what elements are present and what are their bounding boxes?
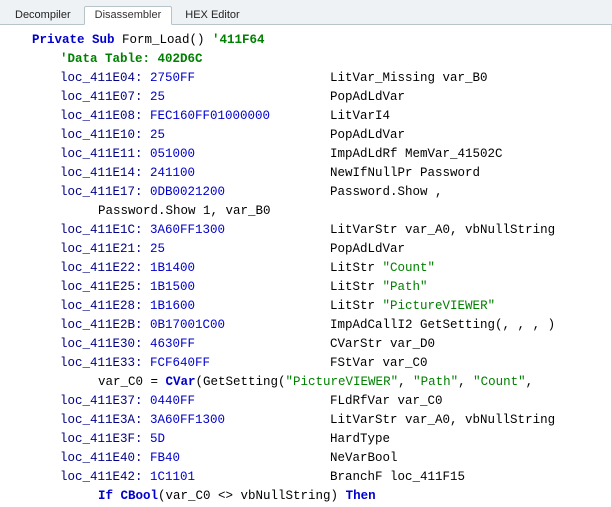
asm-mnemonic: NewIfNullPr Password bbox=[330, 164, 480, 183]
asm-row: loc_411E04: 2750FFLitVar_Missing var_B0 bbox=[18, 69, 609, 88]
asm-mnemonic: ImpAdCallI2 GetSetting(, , , ) bbox=[330, 316, 555, 335]
asm-mnemonic: FLdRfVar var_C0 bbox=[330, 392, 443, 411]
asm-address: loc_411E11: bbox=[60, 145, 143, 164]
asm-address: loc_411E40: bbox=[60, 449, 143, 468]
asm-address: loc_411E2B: bbox=[60, 316, 143, 335]
asm-row: loc_411E2B: 0B17001C00ImpAdCallI2 GetSet… bbox=[18, 316, 609, 335]
asm-bytes: 25 bbox=[150, 88, 330, 107]
tab-hex[interactable]: HEX Editor bbox=[174, 6, 250, 24]
asm-mnemonic: LitStr "Count" bbox=[330, 259, 435, 278]
asm-row: loc_411E10: 25PopAdLdVar bbox=[18, 126, 609, 145]
asm-address: loc_411E17: bbox=[60, 183, 143, 202]
disassembly-code[interactable]: Private Sub Form_Load() '411F64'Data Tab… bbox=[0, 25, 612, 508]
asm-address: loc_411E08: bbox=[60, 107, 143, 126]
asm-address: loc_411E04: bbox=[60, 69, 143, 88]
asm-mnemonic: LitStr "PictureVIEWER" bbox=[330, 297, 495, 316]
asm-row: loc_411E40: FB40NeVarBool bbox=[18, 449, 609, 468]
asm-bytes: 2750FF bbox=[150, 69, 330, 88]
asm-address: loc_411E21: bbox=[60, 240, 143, 259]
asm-bytes: 051000 bbox=[150, 145, 330, 164]
data-table-comment: 'Data Table: 402D6C bbox=[18, 50, 609, 69]
asm-bytes: 5D bbox=[150, 430, 330, 449]
asm-mnemonic: NeVarBool bbox=[330, 449, 398, 468]
source-line: If CBool(var_C0 <> vbNullString) Then bbox=[18, 487, 609, 506]
asm-mnemonic: LitStr "Path" bbox=[330, 278, 428, 297]
asm-bytes: 25 bbox=[150, 126, 330, 145]
asm-bytes: 0440FF bbox=[150, 392, 330, 411]
asm-address: loc_411E22: bbox=[60, 259, 143, 278]
asm-address: loc_411E1C: bbox=[60, 221, 143, 240]
asm-bytes: 4630FF bbox=[150, 335, 330, 354]
asm-row: loc_411E3A: 3A60FF1300LitVarStr var_A0, … bbox=[18, 411, 609, 430]
asm-bytes: FEC160FF01000000 bbox=[150, 107, 330, 126]
asm-row: loc_411E14: 241100NewIfNullPr Password bbox=[18, 164, 609, 183]
asm-address: loc_411E30: bbox=[60, 335, 143, 354]
source-line: var_C0 = CVar(GetSetting("PictureVIEWER"… bbox=[18, 373, 609, 392]
asm-row: loc_411E42: 1C1101BranchF loc_411F15 bbox=[18, 468, 609, 487]
asm-row: loc_411E21: 25PopAdLdVar bbox=[18, 240, 609, 259]
asm-row: loc_411E33: FCF640FFFStVar var_C0 bbox=[18, 354, 609, 373]
asm-bytes: 3A60FF1300 bbox=[150, 221, 330, 240]
asm-mnemonic: PopAdLdVar bbox=[330, 240, 405, 259]
view-tabs: Decompiler Disassembler HEX Editor bbox=[0, 0, 612, 25]
asm-address: loc_411E37: bbox=[60, 392, 143, 411]
asm-mnemonic: HardType bbox=[330, 430, 390, 449]
asm-mnemonic: ImpAdLdRf MemVar_41502C bbox=[330, 145, 503, 164]
asm-bytes: 0DB0021200 bbox=[150, 183, 330, 202]
asm-address: loc_411E25: bbox=[60, 278, 143, 297]
asm-mnemonic: PopAdLdVar bbox=[330, 88, 405, 107]
asm-mnemonic: LitVarStr var_A0, vbNullString bbox=[330, 221, 555, 240]
asm-row: loc_411E17: 0DB0021200Password.Show , bbox=[18, 183, 609, 202]
asm-address: loc_411E10: bbox=[60, 126, 143, 145]
asm-address: loc_411E33: bbox=[60, 354, 143, 373]
asm-mnemonic: BranchF loc_411F15 bbox=[330, 468, 465, 487]
asm-bytes: 3A60FF1300 bbox=[150, 411, 330, 430]
asm-mnemonic: PopAdLdVar bbox=[330, 126, 405, 145]
asm-row: loc_411E22: 1B1400LitStr "Count" bbox=[18, 259, 609, 278]
asm-row: loc_411E3F: 5DHardType bbox=[18, 430, 609, 449]
asm-bytes: 0B17001C00 bbox=[150, 316, 330, 335]
asm-address: loc_411E07: bbox=[60, 88, 143, 107]
asm-bytes: 1B1500 bbox=[150, 278, 330, 297]
asm-bytes: 1B1400 bbox=[150, 259, 330, 278]
asm-bytes: 25 bbox=[150, 240, 330, 259]
asm-row: loc_411E1C: 3A60FF1300LitVarStr var_A0, … bbox=[18, 221, 609, 240]
asm-address: loc_411E14: bbox=[60, 164, 143, 183]
asm-mnemonic: LitVar_Missing var_B0 bbox=[330, 69, 488, 88]
sub-header: Private Sub Form_Load() '411F64 bbox=[18, 31, 609, 50]
asm-address: loc_411E42: bbox=[60, 468, 143, 487]
asm-mnemonic: LitVarStr var_A0, vbNullString bbox=[330, 411, 555, 430]
asm-address: loc_411E3A: bbox=[60, 411, 143, 430]
asm-bytes: 1C1101 bbox=[150, 468, 330, 487]
asm-row: loc_411E30: 4630FFCVarStr var_D0 bbox=[18, 335, 609, 354]
asm-row: loc_411E11: 051000ImpAdLdRf MemVar_41502… bbox=[18, 145, 609, 164]
asm-row: loc_411E28: 1B1600LitStr "PictureVIEWER" bbox=[18, 297, 609, 316]
asm-row: loc_411E25: 1B1500LitStr "Path" bbox=[18, 278, 609, 297]
asm-bytes: 241100 bbox=[150, 164, 330, 183]
asm-bytes: FB40 bbox=[150, 449, 330, 468]
asm-mnemonic: FStVar var_C0 bbox=[330, 354, 428, 373]
asm-row: loc_411E07: 25PopAdLdVar bbox=[18, 88, 609, 107]
asm-row: loc_411E37: 0440FFFLdRfVar var_C0 bbox=[18, 392, 609, 411]
asm-row: loc_411E08: FEC160FF01000000LitVarI4 bbox=[18, 107, 609, 126]
asm-address: loc_411E28: bbox=[60, 297, 143, 316]
tab-decompiler[interactable]: Decompiler bbox=[4, 6, 82, 24]
asm-bytes: FCF640FF bbox=[150, 354, 330, 373]
source-line: Password.Show 1, var_B0 bbox=[18, 202, 609, 221]
asm-mnemonic: CVarStr var_D0 bbox=[330, 335, 435, 354]
asm-address: loc_411E3F: bbox=[60, 430, 143, 449]
asm-mnemonic: LitVarI4 bbox=[330, 107, 390, 126]
tab-disassembler[interactable]: Disassembler bbox=[84, 6, 173, 25]
asm-mnemonic: Password.Show , bbox=[330, 183, 443, 202]
asm-bytes: 1B1600 bbox=[150, 297, 330, 316]
